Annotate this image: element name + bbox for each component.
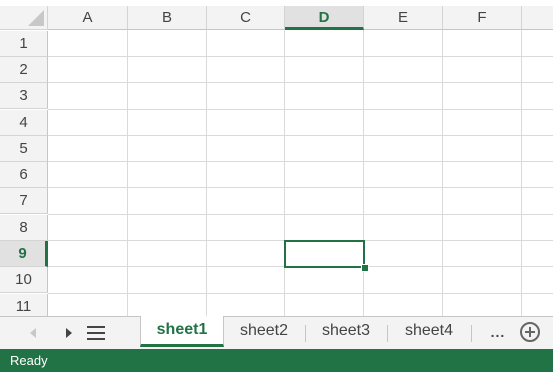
grid-line [127, 30, 128, 316]
column-header-a[interactable]: A [48, 6, 128, 30]
column-header-c[interactable]: C [207, 6, 285, 30]
row-header-11[interactable]: 11 [0, 294, 48, 316]
status-text: Ready [10, 353, 48, 368]
triangle-left-icon [30, 328, 36, 338]
more-sheets-button[interactable]: ... [486, 317, 510, 349]
tab-sheet1[interactable]: sheet1 [140, 316, 224, 347]
row-header-8[interactable]: 8 [0, 215, 48, 241]
fill-handle[interactable] [361, 264, 369, 272]
all-sheets-menu-button[interactable] [84, 323, 108, 343]
row-header-4[interactable]: 4 [0, 110, 48, 136]
status-bar: Ready [0, 349, 553, 372]
select-all-corner[interactable] [0, 6, 48, 30]
add-sheet-button[interactable] [520, 322, 540, 342]
column-header-b[interactable]: B [128, 6, 207, 30]
triangle-right-icon [66, 328, 72, 338]
sheet-tab-bar: sheet1 sheet2 sheet3 sheet4 ... [0, 316, 553, 349]
grid-line [363, 30, 364, 316]
tab-separator [471, 325, 472, 342]
tab-sheet4[interactable]: sheet4 [388, 317, 470, 347]
grid-line [521, 30, 522, 316]
grid-line [48, 161, 553, 162]
previous-sheet-button[interactable] [22, 317, 44, 349]
grid-line [48, 293, 553, 294]
column-header-f[interactable]: F [443, 6, 522, 30]
row-header-3[interactable]: 3 [0, 83, 48, 109]
active-cell-d9[interactable] [284, 240, 365, 268]
column-header-e[interactable]: E [364, 6, 443, 30]
select-all-triangle-icon [28, 10, 44, 26]
next-sheet-button[interactable] [58, 317, 80, 349]
grid-line [48, 82, 553, 83]
column-header-d[interactable]: D [285, 6, 364, 30]
row-header-1[interactable]: 1 [0, 31, 48, 57]
grid-line [48, 56, 553, 57]
grid-line [48, 214, 553, 215]
grid-line [442, 30, 443, 316]
row-header-6[interactable]: 6 [0, 162, 48, 188]
grid-line [48, 109, 553, 110]
row-header-7[interactable]: 7 [0, 188, 48, 214]
tab-sheet2[interactable]: sheet2 [224, 317, 304, 347]
tab-sheet3[interactable]: sheet3 [306, 317, 386, 347]
row-header-10[interactable]: 10 [0, 267, 48, 293]
row-header-9[interactable]: 9 [0, 241, 48, 267]
grid-line [48, 187, 553, 188]
row-header-5[interactable]: 5 [0, 136, 48, 162]
column-header-partial[interactable] [522, 6, 553, 30]
grid-line [48, 135, 553, 136]
spreadsheet-grid: A B C D E F 1 2 3 4 5 6 7 8 9 10 11 [0, 0, 553, 316]
grid-line [206, 30, 207, 316]
row-header-2[interactable]: 2 [0, 57, 48, 83]
grid-line [284, 30, 285, 316]
